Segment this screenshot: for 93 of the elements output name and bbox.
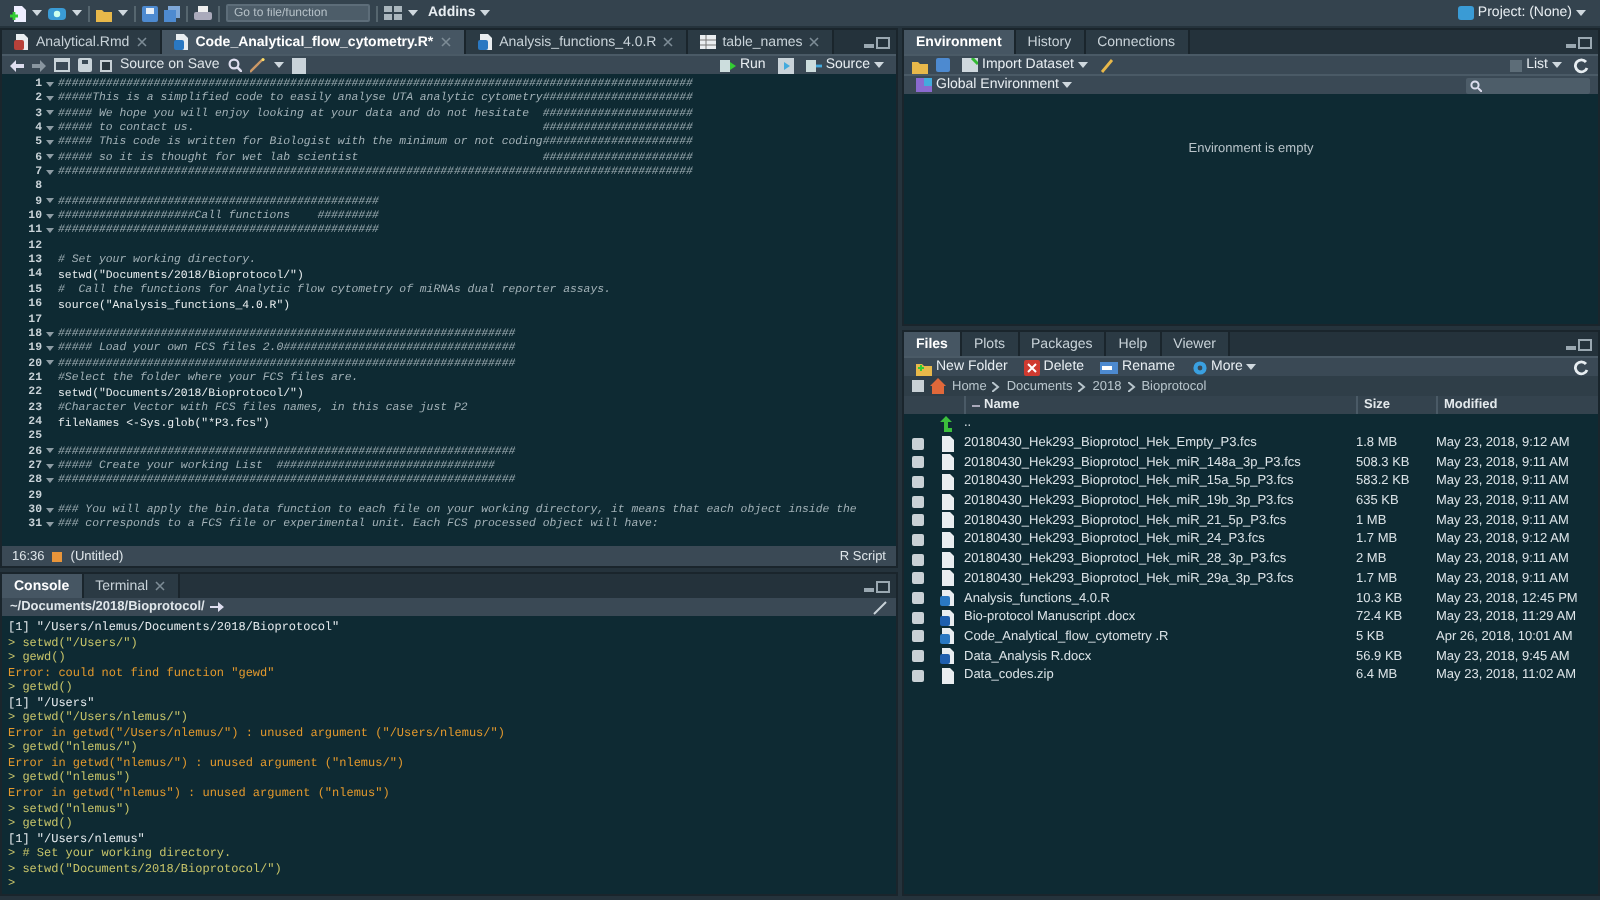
- back-arrow-icon[interactable]: [10, 59, 24, 71]
- document-icon: [940, 609, 954, 626]
- stack-icon: [916, 78, 932, 92]
- refresh-icon[interactable]: [1574, 57, 1590, 73]
- pane-layout-icon[interactable]: [384, 6, 402, 20]
- rename-icon: [1100, 359, 1119, 375]
- checkbox[interactable]: [912, 437, 924, 450]
- fold-icon[interactable]: [46, 196, 54, 205]
- fold-icon[interactable]: [46, 226, 54, 235]
- chevron-icon: [1078, 381, 1087, 391]
- checkbox[interactable]: [912, 572, 924, 585]
- checkbox[interactable]: [912, 514, 924, 527]
- close-icon[interactable]: [135, 36, 148, 48]
- scope-icon: [52, 551, 63, 561]
- search-icon[interactable]: [227, 58, 242, 72]
- fold-icon[interactable]: [46, 123, 54, 132]
- fold-icon[interactable]: [46, 138, 54, 147]
- delete-icon: [1023, 359, 1040, 375]
- up-arrow-icon[interactable]: [940, 415, 954, 432]
- print-icon[interactable]: [194, 5, 212, 21]
- fold-icon[interactable]: [46, 505, 54, 514]
- fold-icon[interactable]: [46, 343, 54, 352]
- table-icon: [700, 34, 717, 50]
- maximize-icon[interactable]: [1578, 337, 1592, 351]
- checkbox[interactable]: [100, 59, 112, 71]
- caret-icon[interactable]: [273, 60, 284, 70]
- caret-icon[interactable]: [1552, 60, 1562, 70]
- close-icon[interactable]: [154, 580, 167, 592]
- document-icon: [940, 648, 954, 665]
- fold-icon[interactable]: [46, 108, 54, 117]
- save-icon[interactable]: [142, 5, 158, 21]
- file-icon: [940, 590, 954, 607]
- caret-icon[interactable]: [72, 8, 82, 18]
- caret-icon[interactable]: [1246, 362, 1257, 372]
- table-icon: [962, 58, 978, 72]
- file-icon: [477, 34, 494, 50]
- checkbox[interactable]: [912, 475, 924, 488]
- new-folder-icon: [916, 359, 932, 375]
- maximize-icon[interactable]: [876, 579, 890, 593]
- rerun-icon[interactable]: [777, 57, 794, 73]
- fold-icon[interactable]: [46, 461, 54, 470]
- caret-icon[interactable]: [408, 8, 418, 18]
- close-icon[interactable]: [662, 36, 675, 48]
- chevron-icon: [992, 381, 1001, 391]
- show-in-window-icon[interactable]: [54, 58, 70, 72]
- fold-icon[interactable]: [46, 329, 54, 338]
- fold-icon[interactable]: [46, 152, 54, 161]
- project-icon: [1457, 6, 1474, 20]
- source-icon: [805, 57, 822, 73]
- fold-icon[interactable]: [46, 79, 54, 88]
- fold-icon[interactable]: [46, 211, 54, 220]
- project-icon[interactable]: [48, 5, 66, 21]
- forward-arrow-icon[interactable]: [32, 59, 46, 71]
- chevron-icon: [1127, 381, 1136, 391]
- file-icon: [940, 628, 954, 645]
- checkbox[interactable]: [912, 669, 924, 682]
- fold-icon[interactable]: [46, 446, 54, 455]
- checkbox[interactable]: [912, 650, 924, 663]
- checkbox[interactable]: [912, 495, 924, 508]
- file-icon: [14, 34, 30, 50]
- checkbox[interactable]: [912, 456, 924, 469]
- save-all-icon[interactable]: [164, 5, 180, 21]
- close-icon[interactable]: [808, 36, 821, 48]
- fold-icon[interactable]: [46, 475, 54, 484]
- arrow-icon[interactable]: [210, 600, 225, 614]
- save-icon[interactable]: [78, 58, 92, 72]
- file-icon: [173, 34, 190, 50]
- caret-icon[interactable]: [32, 8, 42, 18]
- checkbox-icon[interactable]: [912, 380, 924, 392]
- checkbox[interactable]: [912, 592, 924, 605]
- caret-icon[interactable]: [874, 60, 884, 70]
- fold-icon[interactable]: [46, 94, 54, 103]
- checkbox[interactable]: [912, 533, 924, 546]
- search-field[interactable]: [1466, 77, 1590, 93]
- refresh-icon[interactable]: [1574, 359, 1590, 375]
- caret-icon[interactable]: [1576, 8, 1586, 18]
- folder-icon[interactable]: [96, 5, 112, 21]
- checkbox[interactable]: [912, 611, 924, 624]
- checkbox[interactable]: [912, 553, 924, 566]
- maximize-icon[interactable]: [1578, 35, 1592, 49]
- new-file-icon[interactable]: [10, 5, 26, 21]
- file-icon: [940, 667, 954, 684]
- search-icon: [1470, 79, 1482, 91]
- caret-icon[interactable]: [118, 8, 128, 18]
- caret-icon[interactable]: [479, 8, 490, 18]
- maximize-icon[interactable]: [876, 35, 890, 49]
- home-icon[interactable]: [930, 378, 946, 394]
- wand-icon[interactable]: [249, 57, 266, 73]
- run-icon: [719, 57, 736, 73]
- fold-icon[interactable]: [46, 167, 54, 176]
- fold-icon[interactable]: [46, 358, 54, 367]
- checkbox[interactable]: [912, 630, 924, 643]
- fold-icon[interactable]: [46, 519, 54, 528]
